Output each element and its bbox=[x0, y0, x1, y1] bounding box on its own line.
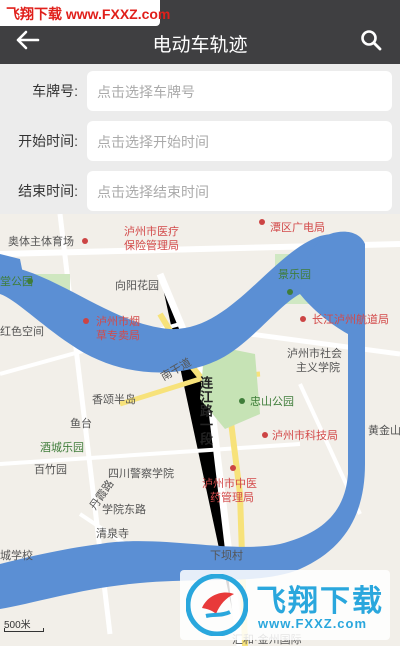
plate-label: 车牌号: bbox=[32, 83, 78, 99]
poi-yutai[interactable]: 鱼台 bbox=[70, 418, 92, 431]
watermark-logo-icon bbox=[185, 573, 249, 637]
poi-jingyuan[interactable]: 景乐园 bbox=[278, 269, 311, 282]
poi-aoti[interactable]: 奥体主体育场 bbox=[8, 236, 74, 249]
road-label: 连江路一段 bbox=[198, 376, 213, 446]
poi-xuexiao[interactable]: 学院东路 bbox=[102, 504, 146, 517]
poi-chengxiao[interactable]: 城学校 bbox=[0, 550, 33, 563]
watermark-url: www.FXXZ.com bbox=[258, 616, 368, 631]
scale-bar bbox=[4, 628, 44, 632]
start-time-label: 开始时间: bbox=[18, 133, 78, 149]
end-time-selector[interactable]: 点击选择结束时间 bbox=[87, 171, 392, 211]
poi-keji[interactable]: 泸州市科技局 bbox=[272, 430, 338, 443]
poi-huangjin[interactable]: 黄金山 bbox=[368, 425, 400, 438]
poi-zhongyi[interactable]: 泸州市中医 bbox=[202, 478, 257, 491]
poi-yiliao[interactable]: 泸州市医疗 bbox=[124, 226, 179, 239]
end-time-row: 结束时间: 点击选择结束时间 bbox=[0, 168, 400, 214]
poi-shehui-2[interactable]: 主义学院 bbox=[296, 362, 340, 375]
poi-secolor[interactable]: 红色空间 bbox=[0, 326, 44, 339]
end-time-label: 结束时间: bbox=[18, 183, 78, 199]
poi-changjiang[interactable]: 长江泸州航道局 bbox=[312, 314, 389, 327]
poi-baizhu[interactable]: 百竹园 bbox=[34, 464, 67, 477]
plate-row: 车牌号: 点击选择车牌号 bbox=[0, 68, 400, 114]
search-icon[interactable] bbox=[360, 29, 382, 51]
poi-yan-2[interactable]: 草专卖局 bbox=[96, 330, 140, 343]
watermark-name: 飞翔下载 bbox=[256, 585, 384, 618]
poi-jiucheng[interactable]: 酒城乐园 bbox=[40, 442, 84, 455]
page-title: 电动车轨迹 bbox=[152, 35, 248, 56]
watermark-top: 飞翔下载 www.FXXZ.com bbox=[0, 0, 170, 26]
poi-xiangshun[interactable]: 香颂半岛 bbox=[92, 394, 136, 407]
poi-zhongshan[interactable]: 忠山公园 bbox=[250, 396, 294, 409]
start-time-row: 开始时间: 点击选择开始时间 bbox=[0, 118, 400, 164]
poi-zhongyi-2[interactable]: 药管理局 bbox=[210, 492, 254, 505]
watermark-bottom: 飞翔下载 www.FXXZ.com bbox=[180, 570, 390, 640]
poi-yiliao-2[interactable]: 保险管理局 bbox=[124, 240, 179, 253]
poi-police[interactable]: 四川警察学院 bbox=[108, 468, 174, 481]
start-time-selector[interactable]: 点击选择开始时间 bbox=[87, 121, 392, 161]
poi-park-left[interactable]: 堂公园 bbox=[0, 276, 33, 289]
plate-selector[interactable]: 点击选择车牌号 bbox=[87, 71, 392, 111]
poi-yan[interactable]: 泸州市烟 bbox=[96, 316, 140, 329]
poi-xiangyang[interactable]: 向阳花园 bbox=[115, 280, 159, 293]
query-form: 车牌号: 点击选择车牌号 开始时间: 点击选择开始时间 结束时间: 点击选择结束… bbox=[0, 64, 400, 214]
poi-qingquan[interactable]: 清泉寺 bbox=[96, 528, 129, 541]
poi-shehui[interactable]: 泸州市社会 bbox=[287, 348, 342, 361]
poi-xiacuncun[interactable]: 下坝村 bbox=[210, 550, 243, 563]
poi-tanquan[interactable]: 潭区广电局 bbox=[270, 222, 325, 235]
